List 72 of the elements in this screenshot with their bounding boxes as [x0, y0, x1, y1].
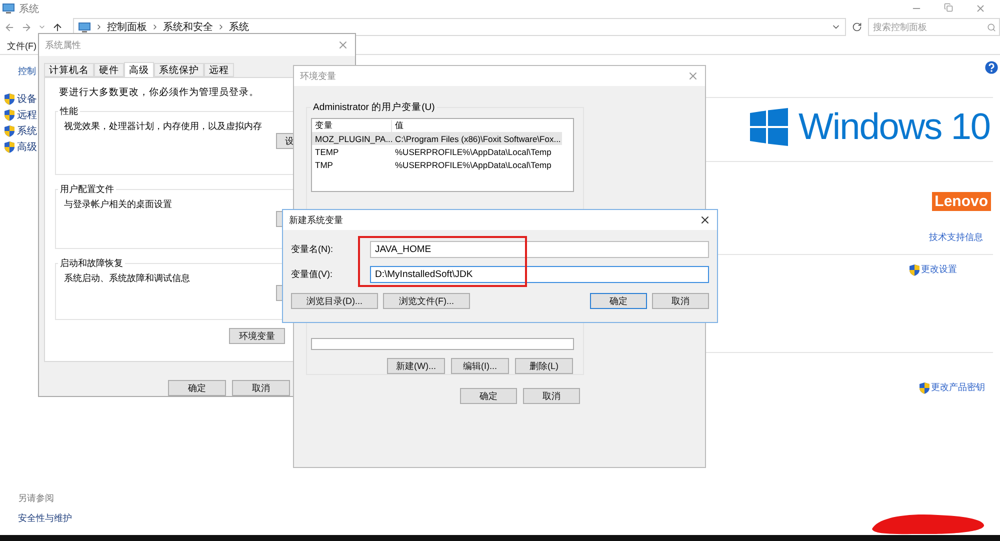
logo-text: Windows 10	[798, 106, 990, 148]
list-row[interactable]: TEMP %USERPROFILE%\AppData\Local\Temp	[312, 145, 562, 158]
shield-icon	[4, 93, 15, 105]
chevron-icon	[95, 23, 103, 31]
computer-icon	[78, 22, 91, 32]
chevron-icon	[217, 23, 225, 31]
back-icon[interactable]	[4, 22, 15, 32]
tab[interactable]: 计算机名	[44, 63, 94, 77]
tab[interactable]: 硬件	[94, 63, 124, 77]
dialog-button[interactable]: 取消	[523, 388, 580, 404]
refresh-icon[interactable]	[852, 22, 862, 32]
windows-logo-icon	[750, 108, 788, 146]
menu-item[interactable]: 文件(F)	[7, 40, 36, 53]
text-field[interactable]: D:\MyInstalledSoft\JDK	[370, 266, 709, 283]
group-heading: 启动和故障恢复	[59, 257, 124, 270]
forward-icon[interactable]	[21, 22, 32, 32]
shield-icon	[4, 109, 15, 121]
sidebar-link[interactable]: 控制	[18, 65, 36, 78]
chevron-icon	[151, 23, 159, 31]
sidebar-link[interactable]: 远程	[17, 108, 37, 122]
link[interactable]: 更改设置	[921, 263, 957, 276]
dialog-title: 环境变量	[300, 70, 336, 82]
browse-button[interactable]: 浏览文件(F)...	[383, 293, 470, 309]
group-description: 与登录帐户相关的桌面设置	[64, 198, 172, 211]
sidebar-link[interactable]: 设备	[17, 92, 37, 106]
tab[interactable]: 高级	[124, 62, 154, 78]
brand-logo: Lenovo	[932, 192, 991, 211]
group-heading: 性能	[58, 105, 79, 118]
group-heading: Administrator 的用户变量(U)	[312, 101, 436, 114]
close-icon[interactable]	[699, 214, 711, 226]
environment-variables-button[interactable]: 环境变量	[229, 328, 285, 344]
restore-icon[interactable]	[944, 3, 953, 12]
sidebar-link[interactable]: 安全性与维护	[18, 512, 200, 525]
help-icon[interactable]	[985, 61, 998, 74]
notice-text: 要进行大多数更改，你必须作为管理员登录。	[59, 86, 260, 99]
shield-icon	[4, 141, 15, 153]
sidebar-link[interactable]: 高级	[17, 140, 37, 154]
list-row[interactable]: TMP %USERPROFILE%\AppData\Local\Temp	[312, 158, 562, 171]
tab[interactable]: 远程	[204, 63, 234, 77]
text-field[interactable]: JAVA_HOME	[370, 241, 709, 258]
dialog-title: 新建系统变量	[289, 214, 343, 226]
field-label: 变量名(N):	[291, 243, 334, 256]
computer-icon	[2, 3, 15, 14]
dialog-button[interactable]: 确定	[460, 388, 517, 404]
column-header[interactable]: 值	[392, 120, 572, 132]
link[interactable]: 更改产品密钥	[931, 381, 985, 394]
dialog-title: 系统属性	[45, 38, 81, 52]
list-row[interactable]: MOZ_PLUGIN_PA... C:\Program Files (x86)\Foxit Software\Fox...	[312, 132, 562, 145]
group-description: 系统启动、系统故障和调试信息	[64, 272, 190, 285]
link[interactable]: 技术支持信息	[929, 231, 983, 244]
tab[interactable]: 系统保护	[154, 63, 204, 77]
sidebar-link[interactable]: 系统	[17, 124, 37, 138]
dialog-button[interactable]: 确定	[168, 380, 226, 396]
window-title: 系统	[19, 2, 39, 16]
field-label: 变量值(V):	[291, 268, 334, 281]
section-heading: 另请参阅	[18, 492, 55, 505]
list-action-button[interactable]: 删除(L)	[515, 358, 573, 374]
breadcrumb-item[interactable]: 控制面板	[107, 20, 147, 34]
dialog-button[interactable]: 确定	[590, 293, 647, 309]
up-icon[interactable]	[52, 22, 63, 32]
breadcrumb-item[interactable]: 系统	[229, 20, 249, 34]
shield-icon	[4, 125, 15, 137]
browse-button[interactable]: 浏览目录(D)...	[291, 293, 378, 309]
dialog-button[interactable]: 取消	[652, 293, 709, 309]
group-heading: 用户配置文件	[59, 183, 115, 196]
dialog-button[interactable]: 取消	[232, 380, 290, 396]
breadcrumb-item[interactable]: 系统和安全	[163, 20, 213, 34]
list-action-button[interactable]: 新建(W)...	[387, 358, 445, 374]
group-description: 视觉效果，处理器计划，内存使用，以及虚拟内存	[64, 120, 262, 133]
list-action-button[interactable]: 编辑(I)...	[451, 358, 509, 374]
recent-pages-icon[interactable]	[38, 23, 46, 31]
search-field[interactable]: 搜索控制面板	[868, 18, 1000, 36]
